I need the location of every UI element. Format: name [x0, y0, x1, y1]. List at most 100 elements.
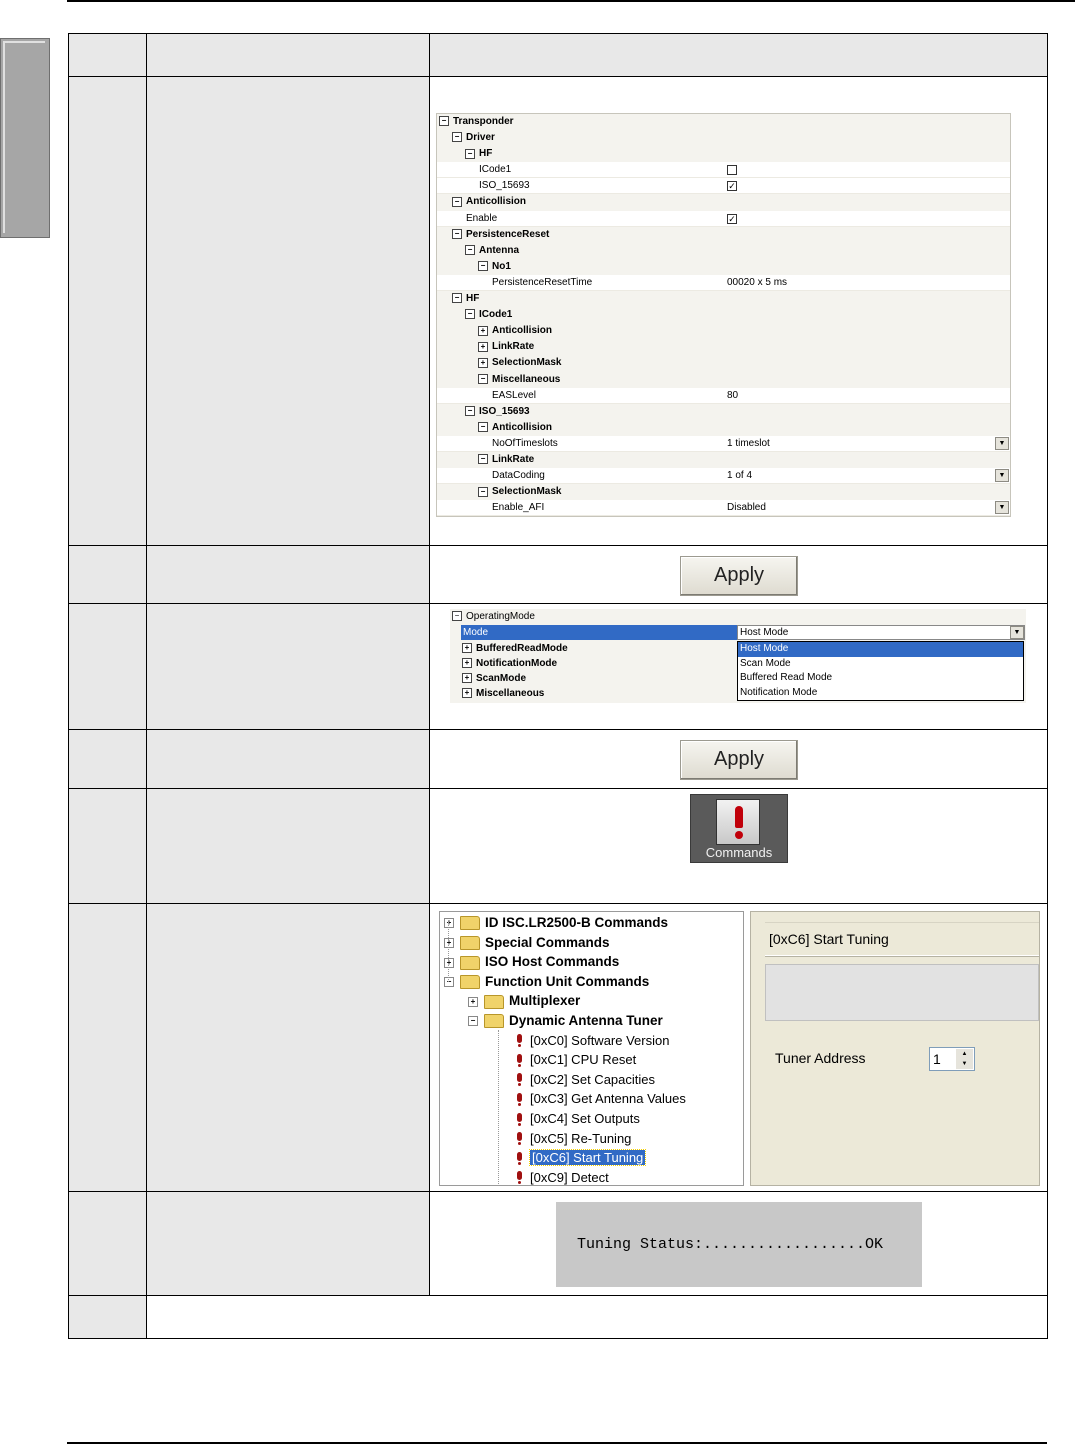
grid-category[interactable]: − SelectionMask	[437, 484, 1010, 500]
collapse-icon[interactable]: −	[478, 454, 488, 465]
tree-command-item[interactable]: [0xC2] Set Capacities	[516, 1070, 655, 1089]
property-value[interactable]: 1 timeslot	[727, 436, 770, 452]
apply-button[interactable]: Apply	[680, 556, 798, 596]
grid-category[interactable]: − Anticollision	[437, 194, 1010, 210]
category-operating-mode[interactable]: − OperatingMode	[450, 609, 1026, 624]
expand-icon[interactable]: +	[444, 918, 454, 929]
expand-icon[interactable]: +	[444, 938, 454, 949]
dropdown-arrow-icon[interactable]: ▼	[995, 436, 1009, 450]
grid-category[interactable]: − Driver	[437, 130, 1010, 146]
tuner-address-spinner[interactable]: 1 ▲ ▼	[929, 1047, 975, 1071]
command-icon	[516, 1132, 522, 1146]
grid-category[interactable]: − LinkRate	[437, 452, 1010, 468]
mode-option[interactable]: Buffered Read Mode	[738, 671, 1023, 686]
grid-category[interactable]: − Transponder	[437, 114, 1010, 130]
mode-dropdown-list[interactable]: Host Mode Scan Mode Buffered Read Mode Noti…	[737, 641, 1024, 701]
grid-category[interactable]: + Miscellaneous	[450, 686, 568, 701]
dropdown-arrow-icon[interactable]: ▼	[1010, 626, 1024, 639]
transponder-property-grid[interactable]: − Transponder − Driver − HF ICode1 ISO_15693 ✓ − A…	[436, 113, 1011, 517]
collapse-icon[interactable]: −	[465, 406, 475, 417]
tree-node[interactable]: + ISO Host Commands	[444, 952, 619, 971]
expand-icon[interactable]: +	[478, 357, 488, 368]
collapse-icon[interactable]: −	[452, 196, 462, 207]
mode-option[interactable]: Notification Mode	[738, 686, 1023, 701]
mode-option[interactable]: Scan Mode	[738, 657, 1023, 672]
operating-mode-grid[interactable]: − OperatingMode Mode Host Mode ▼ + Buffered…	[450, 609, 1026, 703]
tree-node[interactable]: − Function Unit Commands	[444, 972, 649, 991]
tree-command-item[interactable]: [0xC9] Detect	[516, 1168, 609, 1185]
checkbox[interactable]: ✓	[727, 181, 737, 192]
grid-category[interactable]: − Miscellaneous	[437, 372, 1010, 388]
collapse-icon[interactable]: −	[465, 245, 475, 256]
collapse-icon[interactable]: −	[478, 261, 488, 272]
grid-property-row[interactable]: PersistenceResetTime 00020 x 5 ms	[437, 274, 1010, 292]
grid-property-row[interactable]: EASLevel 80	[437, 387, 1010, 404]
tree-node[interactable]: + ID ISC.LR2500-B Commands	[444, 913, 668, 932]
dropdown-arrow-icon[interactable]: ▼	[995, 469, 1009, 483]
apply-button-2[interactable]: Apply	[680, 740, 798, 780]
collapse-icon[interactable]: −	[468, 1016, 478, 1027]
grid-category[interactable]: − HF	[437, 291, 1010, 307]
grid-category[interactable]: + NotificationMode	[450, 656, 568, 671]
grid-category[interactable]: − PersistenceReset	[437, 227, 1010, 243]
checkbox[interactable]: ✓	[727, 213, 737, 224]
tree-command-item[interactable]: [0xC3] Get Antenna Values	[516, 1089, 686, 1108]
expand-icon[interactable]: +	[462, 658, 472, 669]
grid-property-row[interactable]: Enable ✓	[437, 210, 1010, 227]
grid-property-row[interactable]: DataCoding 1 of 4 ▼	[437, 468, 1010, 485]
grid-category[interactable]: + LinkRate	[437, 339, 1010, 355]
collapse-icon[interactable]: −	[478, 486, 488, 497]
expand-icon[interactable]: +	[478, 325, 488, 336]
tree-command-item[interactable]: [0xC6] Start Tuning	[516, 1148, 647, 1167]
grid-category[interactable]: + Anticollision	[437, 323, 1010, 339]
expand-icon[interactable]: +	[478, 341, 488, 352]
collapse-icon[interactable]: −	[452, 229, 462, 240]
property-value[interactable]: 00020 x 5 ms	[727, 275, 787, 291]
expand-icon[interactable]: +	[462, 673, 472, 684]
collapse-icon[interactable]: −	[478, 373, 488, 384]
tree-node[interactable]: − Dynamic Antenna Tuner	[468, 1011, 663, 1030]
collapse-icon[interactable]: −	[439, 116, 449, 127]
mode-select[interactable]: Host Mode ▼	[737, 625, 1025, 640]
expand-icon[interactable]: +	[462, 643, 472, 654]
grid-category[interactable]: − No1	[437, 259, 1010, 275]
grid-category[interactable]: − HF	[437, 146, 1010, 162]
tree-command-item[interactable]: [0xC1] CPU Reset	[516, 1050, 636, 1069]
grid-property-row[interactable]: ISO_15693 ✓	[437, 178, 1010, 195]
property-value[interactable]: 1 of 4	[727, 468, 752, 484]
expand-icon[interactable]: +	[462, 688, 472, 699]
mode-label[interactable]: Mode	[461, 625, 737, 640]
expand-icon[interactable]: +	[468, 996, 478, 1007]
grid-property-row[interactable]: NoOfTimeslots 1 timeslot ▼	[437, 435, 1010, 452]
property-value[interactable]: 80	[727, 388, 738, 404]
tree-command-item[interactable]: [0xC0] Software Version	[516, 1031, 669, 1050]
mode-option[interactable]: Host Mode	[738, 642, 1023, 657]
collapse-icon[interactable]: −	[452, 611, 462, 622]
grid-category[interactable]: − ICode1	[437, 307, 1010, 323]
tree-command-item[interactable]: [0xC4] Set Outputs	[516, 1109, 640, 1128]
grid-category[interactable]: − Anticollision	[437, 420, 1010, 436]
collapse-icon[interactable]: −	[465, 148, 475, 159]
collapse-icon[interactable]: −	[478, 422, 488, 433]
commands-button[interactable]: Commands	[690, 794, 788, 863]
collapse-icon[interactable]: −	[444, 977, 454, 988]
command-tree[interactable]: + ID ISC.LR2500-B Commands + Special Comman…	[439, 911, 744, 1186]
collapse-icon[interactable]: −	[465, 309, 475, 320]
property-value[interactable]: Disabled	[727, 500, 766, 516]
collapse-icon[interactable]: −	[452, 293, 462, 304]
dropdown-arrow-icon[interactable]: ▼	[995, 501, 1009, 515]
grid-category[interactable]: + BufferedReadMode	[450, 641, 568, 656]
tree-node[interactable]: + Special Commands	[444, 933, 610, 952]
collapse-icon[interactable]: −	[452, 132, 462, 143]
grid-category[interactable]: − ISO_15693	[437, 404, 1010, 420]
grid-property-row[interactable]: Enable_AFI Disabled ▼	[437, 500, 1010, 517]
tree-command-item[interactable]: [0xC5] Re-Tuning	[516, 1129, 631, 1148]
grid-category[interactable]: + ScanMode	[450, 671, 568, 686]
tree-node[interactable]: + Multiplexer	[468, 991, 580, 1010]
checkbox[interactable]	[727, 165, 737, 176]
grid-category[interactable]: − Antenna	[437, 243, 1010, 259]
grid-property-row[interactable]: ICode1	[437, 162, 1010, 179]
grid-category[interactable]: + SelectionMask	[437, 355, 1010, 371]
expand-icon[interactable]: +	[444, 957, 454, 968]
spinner-arrows-icon[interactable]: ▲ ▼	[956, 1049, 973, 1069]
